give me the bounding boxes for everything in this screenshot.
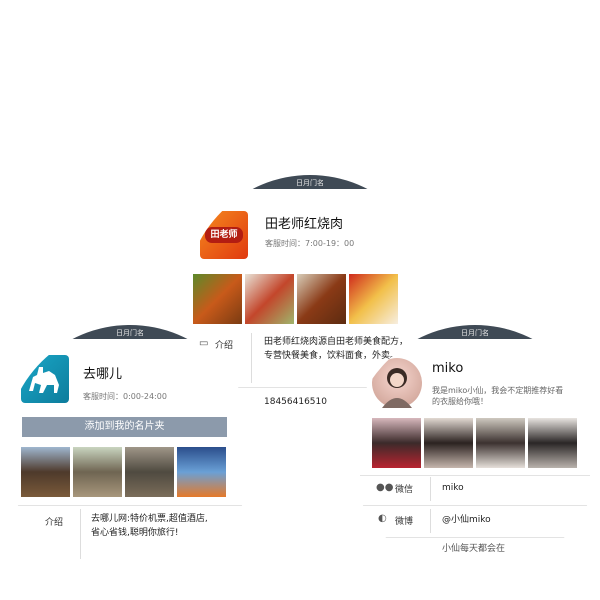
travel-photo[interactable] — [125, 447, 174, 497]
camel-icon — [29, 367, 59, 393]
card-title: 田老师红烧肉 — [265, 217, 344, 232]
food-photo[interactable] — [349, 274, 398, 324]
fashion-photo[interactable] — [372, 418, 421, 468]
divider — [360, 537, 590, 538]
service-hours: 客服时间：0:00-24:00 — [83, 392, 167, 401]
food-photo[interactable] — [297, 274, 346, 324]
business-card-miko: 日月门名 miko 我是miko小仙，我会不定期推荐好看的衣服给你哦！ ●● 微… — [350, 325, 600, 575]
food-photo[interactable] — [193, 274, 242, 324]
photo-strip — [193, 274, 398, 324]
weibo-label: 微博 — [395, 517, 414, 527]
wechat-value[interactable]: miko — [442, 481, 464, 495]
extra-text: 小仙每天都会在 — [442, 544, 506, 554]
card-title: miko — [432, 361, 464, 376]
fashion-photo[interactable] — [528, 418, 577, 468]
tianlaoshi-logo: 田老师 — [200, 211, 248, 259]
photo-strip — [21, 447, 226, 497]
intro-text: 去哪儿网:特价机票,超值酒店,省心省钱,聪明你旅行! — [91, 514, 208, 538]
add-to-cardholder-button[interactable]: 添加到我的名片夹 — [22, 417, 227, 437]
miko-avatar — [372, 358, 422, 408]
qunar-camel-logo — [21, 355, 69, 403]
card-header-bar: 日月门名 — [185, 175, 435, 189]
divider — [251, 333, 252, 383]
wechat-icon: ●● — [376, 482, 394, 493]
divider — [430, 509, 431, 533]
divider — [360, 505, 590, 506]
divider — [430, 477, 431, 501]
card-header-bar: 日月门名 — [350, 325, 600, 339]
divider — [360, 475, 590, 476]
divider — [15, 505, 245, 506]
card-header-bar: 日月门名 — [5, 325, 255, 339]
photo-strip — [372, 418, 577, 468]
travel-photo[interactable] — [73, 447, 122, 497]
service-hours: 客服时间：7:00-19：00 — [265, 239, 355, 248]
food-photo[interactable] — [245, 274, 294, 324]
phone-number[interactable]: 18456416510 — [264, 395, 327, 409]
weibo-icon: ◐ — [378, 513, 387, 524]
travel-photo[interactable] — [21, 447, 70, 497]
card-title: 去哪儿 — [83, 367, 123, 382]
weibo-value[interactable]: @小仙miko — [442, 513, 491, 527]
divider — [80, 509, 81, 559]
profile-description: 我是miko小仙，我会不定期推荐好看的衣服给你哦！ — [432, 386, 564, 406]
intro-label: 介绍 — [45, 518, 64, 528]
travel-photo[interactable] — [177, 447, 226, 497]
intro-label: 介绍 — [215, 341, 234, 351]
fashion-photo[interactable] — [476, 418, 525, 468]
fashion-photo[interactable] — [424, 418, 473, 468]
person-icon — [382, 368, 412, 408]
wechat-label: 微信 — [395, 485, 414, 495]
business-card-qunar: 日月门名 去哪儿 客服时间：0:00-24:00 添加到我的名片夹 介绍 去哪儿… — [5, 325, 255, 575]
